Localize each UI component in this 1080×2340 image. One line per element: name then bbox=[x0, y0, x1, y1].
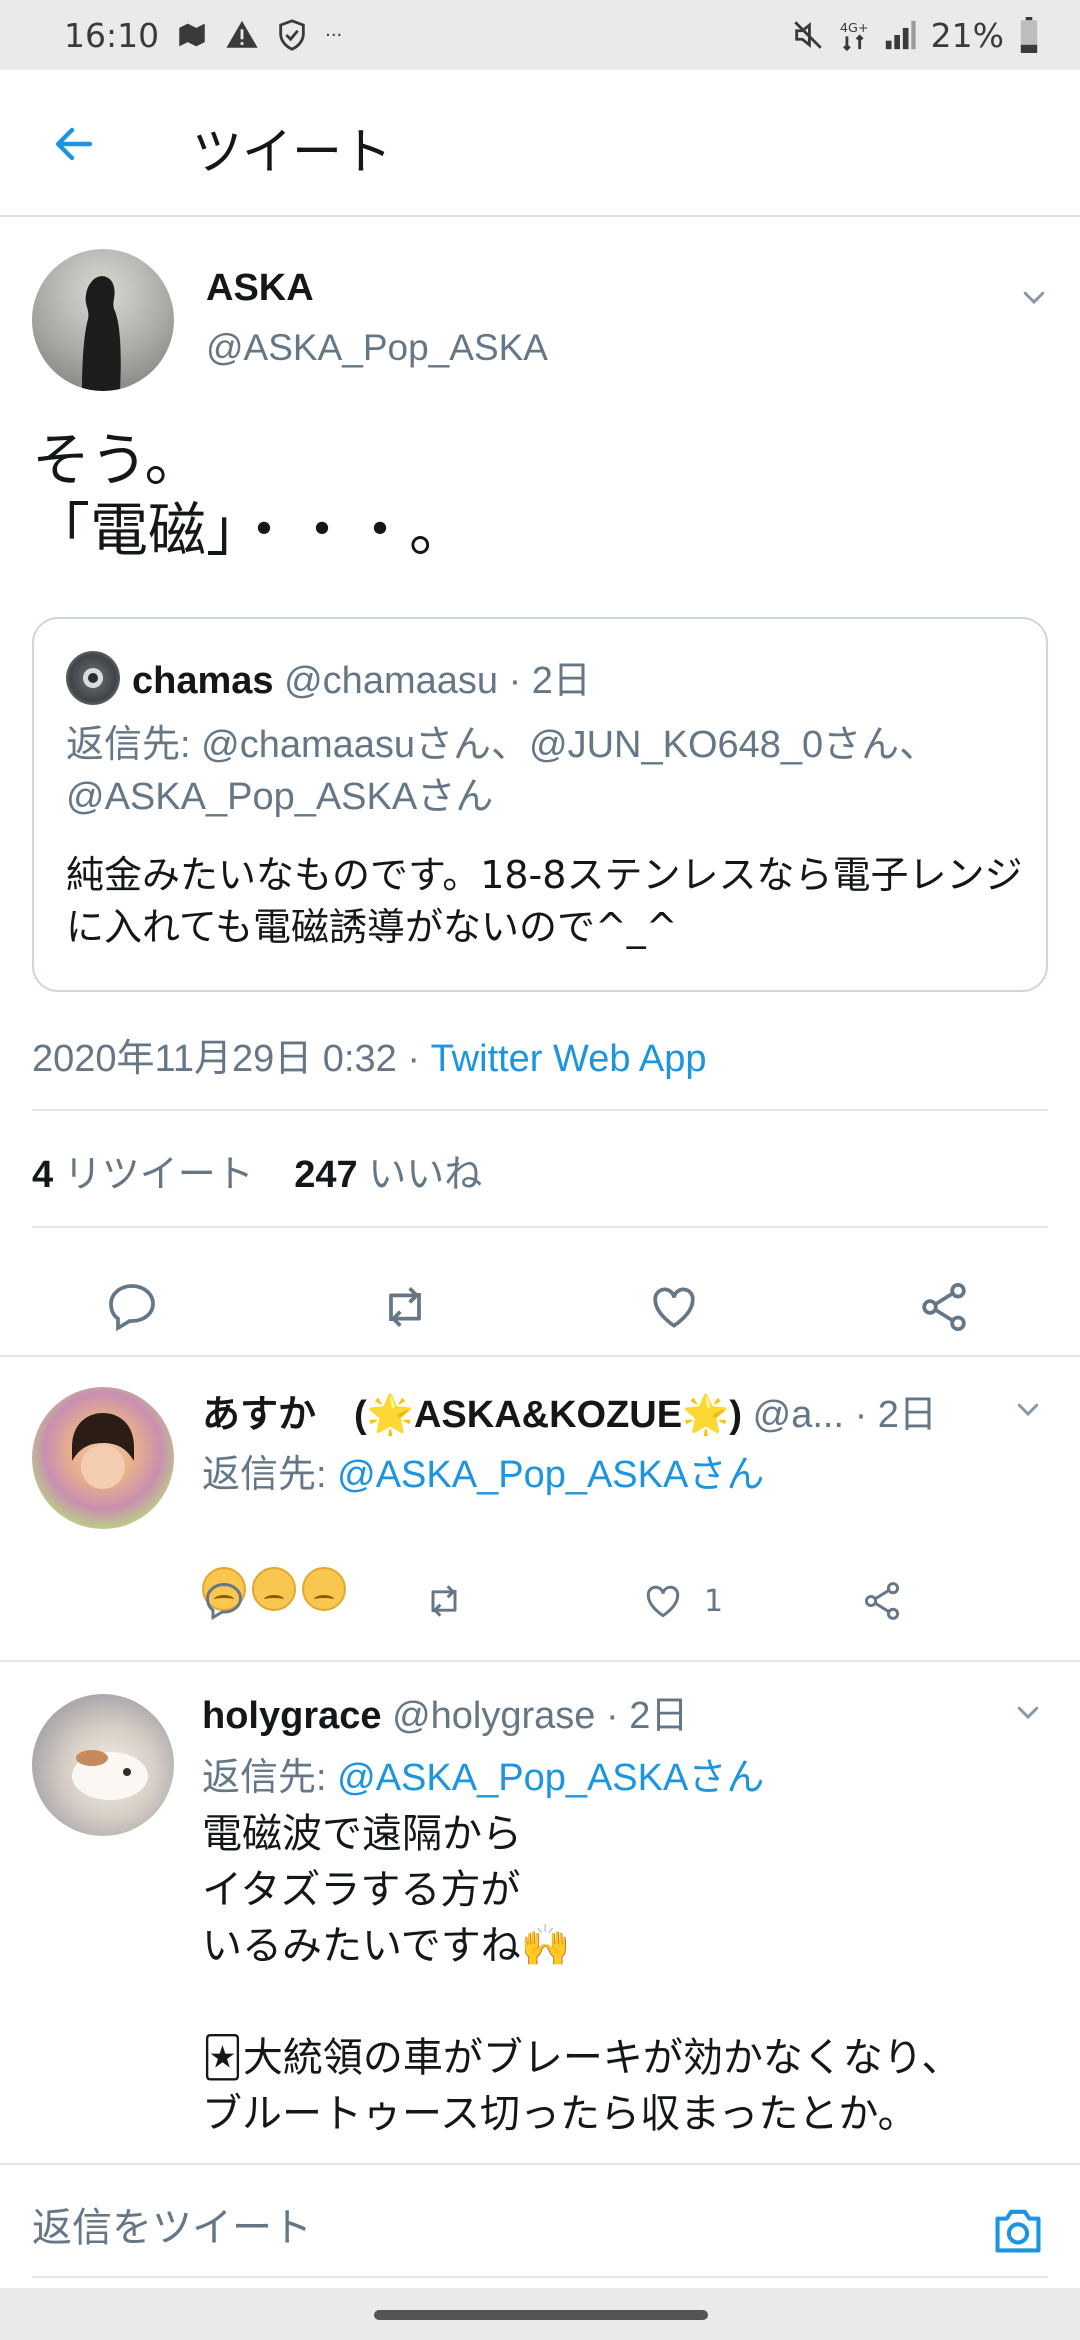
reply-time: 2日 bbox=[629, 1695, 689, 1737]
mute-icon bbox=[791, 18, 825, 52]
reply-handle[interactable]: @holygrase bbox=[392, 1695, 595, 1737]
reply-name[interactable]: あすか (🌟ASKA&KOZUE🌟) bbox=[202, 1394, 742, 1436]
network-4g-icon: 4G+ bbox=[839, 18, 869, 52]
status-time: 16:10 bbox=[64, 15, 160, 55]
quoted-header: chamas @chamaasu · 2日 bbox=[132, 660, 591, 702]
divider bbox=[32, 2276, 1048, 2278]
reply-time: 2日 bbox=[877, 1394, 937, 1436]
avatar[interactable] bbox=[32, 1694, 174, 1836]
retweet-icon[interactable] bbox=[420, 1579, 468, 1623]
retweet-label[interactable]: リツイート bbox=[64, 1154, 254, 1196]
quoted-reply-to: 返信先: @chamaasuさん、@JUN_KO648_0さん、@ASKA_Po… bbox=[66, 724, 938, 818]
battery-percent: 21% bbox=[930, 15, 1004, 55]
reply-icon[interactable] bbox=[104, 1279, 160, 1335]
reply-tweet[interactable]: あすか (🌟ASKA&KOZUE🌟) @a... · 2日 返信先: @ASKA… bbox=[0, 1357, 1080, 1660]
divider bbox=[32, 1226, 1048, 1228]
reply-header: あすか (🌟ASKA&KOZUE🌟) @a... · 2日 bbox=[202, 1394, 937, 1436]
reply-to-link[interactable]: @ASKA_Pop_ASKAさん bbox=[337, 1454, 764, 1496]
signal-icon bbox=[883, 18, 917, 52]
like-label[interactable]: いいね bbox=[368, 1154, 482, 1196]
reply-name[interactable]: holygrace bbox=[202, 1695, 382, 1737]
tweet-actions bbox=[0, 1257, 1080, 1357]
reply-to: 返信先: @ASKA_Pop_ASKAさん bbox=[202, 1454, 765, 1496]
like-count: 1 bbox=[704, 1583, 724, 1619]
tweet-timestamp: 2020年11月29日 0:32 bbox=[32, 1038, 397, 1080]
chevron-down-icon[interactable] bbox=[1008, 1692, 1048, 1732]
system-nav-bar bbox=[0, 2288, 1080, 2340]
reply-tweet[interactable]: holygrace @holygrase · 2日 返信先: @ASKA_Pop… bbox=[0, 1662, 1080, 2162]
reply-to: 返信先: @ASKA_Pop_ASKAさん bbox=[202, 1757, 765, 1799]
reply-icon[interactable] bbox=[202, 1579, 246, 1623]
quoted-text: 純金みたいなものです。18-8ステンレスなら電子レンジに入れても電磁誘導がないの… bbox=[66, 853, 1023, 949]
svg-text:4G+: 4G+ bbox=[839, 21, 868, 36]
camera-icon[interactable] bbox=[990, 2205, 1046, 2259]
map-icon bbox=[175, 18, 209, 52]
page-title: ツイート bbox=[192, 123, 392, 181]
app-bar: ツイート bbox=[0, 70, 1080, 217]
tweet-source-link[interactable]: Twitter Web App bbox=[431, 1038, 707, 1080]
divider bbox=[32, 1109, 1048, 1111]
retweet-count[interactable]: 4 bbox=[32, 1154, 53, 1196]
quoted-time: 2日 bbox=[531, 660, 591, 702]
battery-icon bbox=[1018, 17, 1040, 53]
home-gesture-bar[interactable] bbox=[374, 2310, 708, 2320]
quoted-tweet[interactable]: chamas @chamaasu · 2日 返信先: @chamaasuさん、@… bbox=[32, 617, 1048, 992]
avatar[interactable] bbox=[32, 249, 174, 391]
like-count[interactable]: 247 bbox=[294, 1154, 357, 1196]
tweet-meta: 2020年11月29日 0:32 · Twitter Web App bbox=[32, 1038, 707, 1080]
like-icon bbox=[646, 1585, 680, 1618]
shield-check-icon bbox=[275, 18, 309, 52]
retweet-icon[interactable] bbox=[375, 1279, 435, 1335]
tweet-stats: 4 リツイート 247 いいね bbox=[32, 1143, 482, 1198]
warning-icon bbox=[225, 18, 259, 52]
more-icon: ··· bbox=[325, 24, 343, 46]
like-button[interactable]: 1 bbox=[640, 1579, 723, 1623]
reply-actions: 1 bbox=[202, 1579, 922, 1639]
like-icon[interactable] bbox=[645, 1279, 703, 1335]
chevron-down-icon[interactable] bbox=[1008, 1389, 1048, 1429]
quoted-name: chamas bbox=[132, 660, 274, 702]
reply-composer[interactable]: 返信をツイート bbox=[0, 2163, 1080, 2278]
share-icon[interactable] bbox=[860, 1579, 904, 1623]
user-name[interactable]: ASKA bbox=[206, 267, 314, 310]
user-handle[interactable]: @ASKA_Pop_ASKA bbox=[206, 327, 548, 369]
avatar bbox=[66, 651, 120, 705]
back-arrow-icon[interactable] bbox=[44, 114, 104, 174]
share-icon[interactable] bbox=[916, 1279, 972, 1335]
reply-handle[interactable]: @a... bbox=[753, 1394, 844, 1436]
chevron-down-icon[interactable] bbox=[1014, 277, 1054, 317]
reply-input[interactable]: 返信をツイート bbox=[32, 2195, 312, 2253]
reply-to-link[interactable]: @ASKA_Pop_ASKAさん bbox=[337, 1757, 764, 1799]
tweet-text: そう。 「電磁」・・・。 bbox=[32, 426, 468, 564]
reply-text: 電磁波で遠隔から イタズラする方が いるみたいですね🙌 🃏大統領の車がブレーキが… bbox=[202, 1811, 962, 2137]
status-bar: 16:10 ··· 4G+ 21% bbox=[0, 0, 1080, 70]
quoted-handle: @chamaasu bbox=[284, 660, 499, 702]
reply-header: holygrace @holygrase · 2日 bbox=[202, 1695, 689, 1737]
avatar[interactable] bbox=[32, 1387, 174, 1529]
